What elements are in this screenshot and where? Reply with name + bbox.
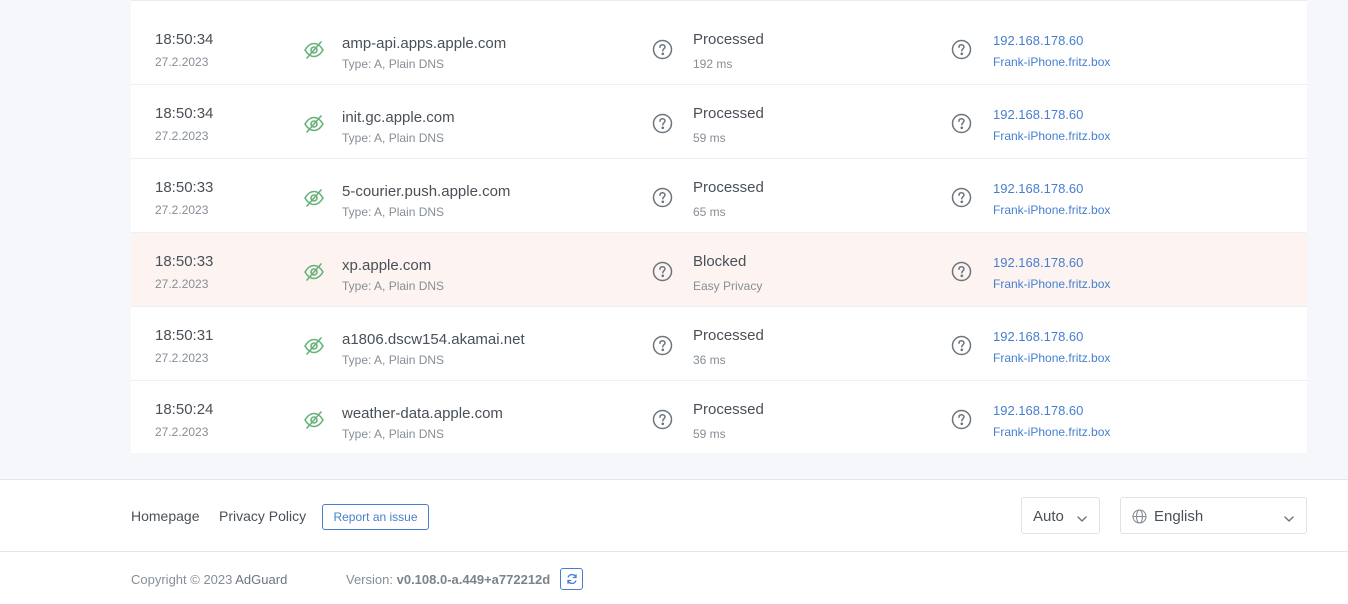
row-client-name-link[interactable]: Frank-iPhone.fritz.box	[993, 129, 1110, 143]
row-date: 27.2.2023	[155, 425, 209, 439]
row-time: 18:50:34	[155, 105, 214, 122]
table-row-blocked: 18:50:33 27.2.2023 xp.apple.com Type: A,…	[131, 233, 1307, 307]
row-status-detail: 59 ms	[693, 131, 726, 145]
table-row: 18:50:31 27.2.2023 a1806.dscw154.akamai.…	[131, 307, 1307, 381]
row-type: Type: A, Plain DNS	[342, 427, 445, 441]
adguard-link[interactable]: AdGuard	[235, 572, 287, 587]
refresh-icon	[567, 573, 577, 585]
privacy-policy-link[interactable]: Privacy Policy	[219, 508, 306, 524]
version-label: Version:	[346, 572, 393, 587]
row-domain: xp.apple.com	[342, 257, 432, 274]
question-circle-icon[interactable]	[652, 261, 673, 282]
row-status: Blocked	[693, 253, 747, 270]
row-client-ip-link[interactable]: 192.168.178.60	[993, 107, 1083, 122]
row-time: 18:50:31	[155, 327, 214, 344]
footer: Homepage Privacy Policy Report an issue …	[0, 479, 1348, 604]
row-status-detail: 192 ms	[693, 57, 733, 71]
row-date: 27.2.2023	[155, 55, 209, 69]
question-circle-icon[interactable]	[652, 409, 673, 430]
row-domain: 5-courier.push.apple.com	[342, 183, 511, 200]
row-date: 27.2.2023	[155, 129, 209, 143]
row-status: Processed	[693, 105, 764, 122]
row-status: Processed	[693, 327, 764, 344]
report-issue-button[interactable]: Report an issue	[322, 504, 429, 530]
row-client-name-link[interactable]: Frank-iPhone.fritz.box	[993, 203, 1110, 217]
row-type: Type: A, Plain DNS	[342, 279, 445, 293]
eye-slash-icon[interactable]	[303, 261, 325, 283]
row-client-name-link[interactable]: Frank-iPhone.fritz.box	[993, 277, 1110, 291]
eye-slash-icon[interactable]	[303, 187, 325, 209]
question-circle-icon[interactable]	[951, 261, 972, 282]
row-type: Type: A, Plain DNS	[342, 57, 445, 71]
row-type: Type: A, Plain DNS	[342, 131, 445, 145]
row-client-ip-link[interactable]: 192.168.178.60	[993, 329, 1083, 344]
language-select-value: English	[1154, 508, 1204, 525]
row-status-detail: 65 ms	[693, 205, 726, 219]
question-circle-icon[interactable]	[951, 187, 972, 208]
question-circle-icon[interactable]	[652, 39, 673, 60]
version-value: v0.108.0-a.449+a772212d	[396, 572, 551, 587]
query-log-table: 18:50:34 27.2.2023 amp-api.apps.apple.co…	[131, 0, 1307, 453]
copyright: Copyright © 2023 AdGuard	[131, 572, 287, 587]
homepage-link[interactable]: Homepage	[131, 508, 200, 524]
row-domain: amp-api.apps.apple.com	[342, 35, 507, 52]
eye-slash-icon[interactable]	[303, 113, 325, 135]
language-select[interactable]: English	[1120, 497, 1307, 534]
version: Version: v0.108.0-a.449+a772212d	[346, 572, 550, 587]
theme-select-value: Auto	[1033, 508, 1064, 525]
row-status: Processed	[693, 401, 764, 418]
copyright-text: Copyright © 2023	[131, 572, 233, 587]
row-client-name-link[interactable]: Frank-iPhone.fritz.box	[993, 351, 1110, 365]
chevron-down-icon	[1076, 511, 1088, 522]
row-time: 18:50:33	[155, 253, 214, 270]
row-time: 18:50:34	[155, 31, 214, 48]
table-row: 18:50:34 27.2.2023 amp-api.apps.apple.co…	[131, 11, 1307, 85]
row-status-detail: Easy Privacy	[693, 279, 763, 293]
question-circle-icon[interactable]	[951, 409, 972, 430]
question-circle-icon[interactable]	[652, 113, 673, 134]
row-status: Processed	[693, 31, 764, 48]
row-client-name-link[interactable]: Frank-iPhone.fritz.box	[993, 425, 1110, 439]
footer-divider	[0, 551, 1348, 552]
row-domain: init.gc.apple.com	[342, 109, 455, 126]
question-circle-icon[interactable]	[951, 335, 972, 356]
question-circle-icon[interactable]	[652, 335, 673, 356]
row-client-ip-link[interactable]: 192.168.178.60	[993, 403, 1083, 418]
eye-slash-icon[interactable]	[303, 409, 325, 431]
row-type: Type: A, Plain DNS	[342, 205, 445, 219]
table-row: 18:50:33 27.2.2023 5-courier.push.apple.…	[131, 159, 1307, 233]
question-circle-icon[interactable]	[652, 187, 673, 208]
row-client-name-link[interactable]: Frank-iPhone.fritz.box	[993, 55, 1110, 69]
row-domain: a1806.dscw154.akamai.net	[342, 331, 525, 348]
row-date: 27.2.2023	[155, 351, 209, 365]
row-client-ip-link[interactable]: 192.168.178.60	[993, 255, 1083, 270]
row-date: 27.2.2023	[155, 277, 209, 291]
eye-slash-icon[interactable]	[303, 335, 325, 357]
row-time: 18:50:33	[155, 179, 214, 196]
row-status-detail: 36 ms	[693, 353, 726, 367]
theme-select[interactable]: Auto	[1021, 497, 1100, 534]
row-status: Processed	[693, 179, 764, 196]
eye-slash-icon[interactable]	[303, 39, 325, 61]
row-client-ip-link[interactable]: 192.168.178.60	[993, 181, 1083, 196]
globe-icon	[1132, 509, 1147, 528]
row-time: 18:50:24	[155, 401, 214, 418]
question-circle-icon[interactable]	[951, 113, 972, 134]
row-date: 27.2.2023	[155, 203, 209, 217]
check-updates-button[interactable]	[560, 568, 583, 590]
table-row: 18:50:34 27.2.2023 init.gc.apple.com Typ…	[131, 85, 1307, 159]
question-circle-icon[interactable]	[951, 39, 972, 60]
chevron-down-icon	[1283, 511, 1295, 522]
table-row: 18:50:24 27.2.2023 weather-data.apple.co…	[131, 381, 1307, 455]
row-status-detail: 59 ms	[693, 427, 726, 441]
row-client-ip-link[interactable]: 192.168.178.60	[993, 33, 1083, 48]
row-domain: weather-data.apple.com	[342, 405, 503, 422]
row-type: Type: A, Plain DNS	[342, 353, 445, 367]
